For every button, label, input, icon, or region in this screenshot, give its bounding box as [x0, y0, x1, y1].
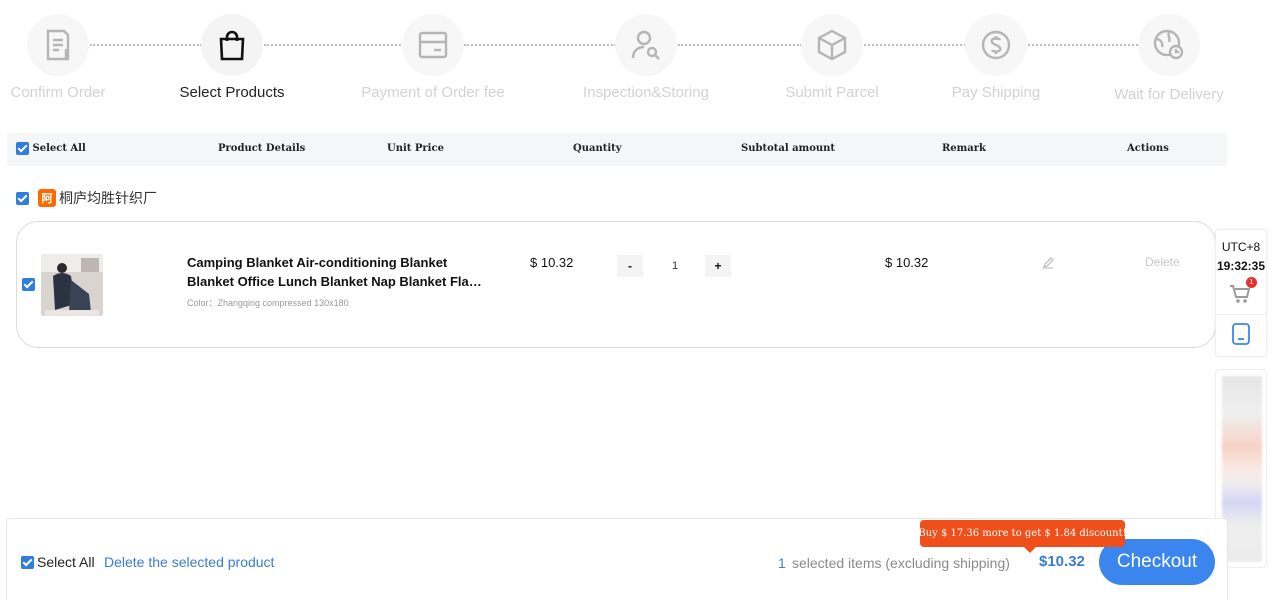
timezone-label: UTC+8 — [1221, 240, 1261, 254]
quantity-increase-button[interactable]: + — [705, 255, 731, 277]
bottom-select-all-label: Select All — [37, 554, 95, 570]
header-unit-price: Unit Price — [387, 143, 444, 154]
bottom-select-all-checkbox[interactable] — [21, 555, 34, 569]
step-label: Submit Parcel — [785, 84, 879, 101]
user-search-icon — [615, 14, 677, 76]
select-all-header[interactable]: Select All — [16, 142, 86, 155]
quantity-value[interactable]: 1 — [662, 260, 688, 272]
selected-count: 1 — [778, 555, 786, 571]
clock-time: 19:32:35 — [1216, 259, 1266, 273]
item-subtotal: $ 10.32 — [885, 255, 929, 270]
unit-price: $ 10.32 — [530, 255, 574, 270]
delete-item-button[interactable]: Delete — [1145, 255, 1180, 269]
header-quantity: Quantity — [573, 143, 622, 154]
mobile-app-icon[interactable] — [1230, 322, 1252, 346]
side-toolbar: UTC+8 19:32:35 1 — [1215, 229, 1267, 357]
step-label: Confirm Order — [10, 84, 106, 101]
step-label: Inspection&Storing — [583, 84, 709, 101]
document-icon — [27, 14, 89, 76]
store-row: 阿 桐庐均胜针织厂 — [16, 188, 157, 208]
cart-item: Camping Blanket Air-conditioning Blanket… — [16, 221, 1216, 348]
product-thumbnail[interactable] — [41, 254, 103, 316]
dollar-icon — [965, 14, 1027, 76]
card-icon — [402, 14, 464, 76]
step-pay-shipping: Pay Shipping — [896, 14, 1096, 101]
step-wait-delivery: Wait for Delivery — [1069, 14, 1269, 103]
discount-tooltip: Buy $ 17.36 more to get $ 1.84 discount! — [918, 520, 1127, 553]
shopping-bag-icon — [201, 14, 263, 76]
step-label: Wait for Delivery — [1114, 86, 1224, 103]
total-amount: $10.32 — [1039, 553, 1085, 570]
step-select-products: Select Products — [132, 14, 332, 101]
header-actions: Actions — [1127, 143, 1169, 154]
delete-selected-link[interactable]: Delete the selected product — [104, 554, 274, 570]
divider — [1216, 314, 1266, 315]
selected-items-text: selected items (excluding shipping) — [792, 555, 1010, 571]
box-icon — [801, 14, 863, 76]
item-checkbox[interactable] — [22, 278, 35, 291]
globe-clock-icon — [1138, 14, 1200, 76]
step-label: Pay Shipping — [951, 84, 1041, 101]
order-progress-steps: Confirm Order Select Products Payment of… — [0, 0, 1240, 110]
product-title-line1: Camping Blanket Air-conditioning Blanket — [187, 255, 448, 270]
product-variant: Color：Zhangqing compressed 130x180 — [187, 298, 349, 308]
header-product-details: Product Details — [218, 143, 306, 154]
select-all-label: Select All — [32, 143, 86, 154]
header-subtotal: Subtotal amount — [741, 143, 836, 154]
product-title-line2: Blanket Office Lunch Blanket Nap Blanket… — [187, 274, 482, 289]
edit-remark-icon[interactable] — [1041, 256, 1055, 270]
cart-count-badge: 1 — [1246, 277, 1257, 288]
step-label: Payment of Order fee — [361, 84, 505, 101]
store-name[interactable]: 桐庐均胜针织厂 — [59, 188, 157, 208]
step-inspection: Inspection&Storing — [546, 14, 746, 101]
product-title[interactable]: Camping Blanket Air-conditioning Blanket… — [187, 253, 482, 291]
step-label: Select Products — [179, 84, 285, 101]
step-payment: Payment of Order fee — [333, 14, 533, 101]
bottom-select-all[interactable]: Select All — [21, 554, 95, 570]
select-all-checkbox[interactable] — [16, 142, 29, 155]
alibaba-logo-icon: 阿 — [38, 189, 56, 207]
header-remark: Remark — [942, 143, 986, 154]
side-panel-preview — [1222, 376, 1262, 562]
store-checkbox[interactable] — [16, 191, 29, 205]
quantity-decrease-button[interactable]: - — [617, 255, 643, 277]
cart-table-header: Select All Product Details Unit Price Qu… — [7, 133, 1227, 166]
